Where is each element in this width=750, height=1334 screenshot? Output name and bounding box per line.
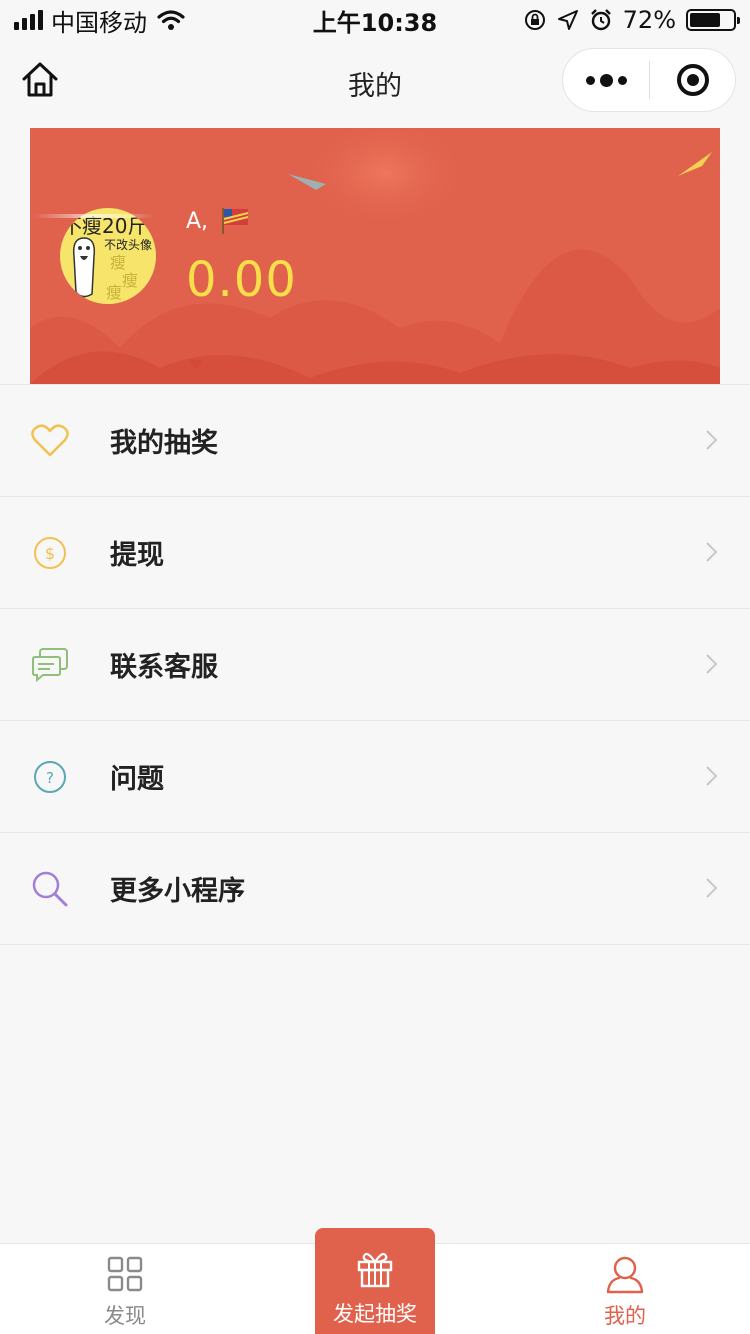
nav-bar: 我的 xyxy=(0,40,750,122)
menu-item-faq[interactable]: ? 问题 xyxy=(0,721,750,833)
tab-label: 我的 xyxy=(604,1304,646,1328)
tab-label: 发起抽奖 xyxy=(333,1302,417,1326)
tab-label: 发现 xyxy=(104,1304,146,1328)
search-icon xyxy=(30,869,70,909)
close-target-icon xyxy=(676,64,709,96)
chevron-right-icon xyxy=(706,542,718,562)
rotation-lock-icon xyxy=(524,10,545,30)
light-streak xyxy=(34,214,154,218)
balance-amount: 0.00 xyxy=(186,252,297,308)
close-button[interactable] xyxy=(650,49,735,111)
username: A, xyxy=(186,208,209,234)
svg-text:瘦: 瘦 xyxy=(110,253,126,272)
miniprogram-capsule xyxy=(562,48,736,112)
alarm-icon xyxy=(590,9,611,31)
chevron-right-icon xyxy=(706,878,718,898)
more-button[interactable] xyxy=(563,49,649,111)
signal-icon xyxy=(14,10,43,30)
grid-icon xyxy=(107,1256,143,1292)
menu-item-label: 提现 xyxy=(110,540,164,571)
avatar-character-icon: 瘦 瘦 瘦 xyxy=(72,237,138,302)
coin-icon: $ xyxy=(30,533,70,573)
svg-text:$: $ xyxy=(45,544,55,563)
carrier-label: 中国移动 xyxy=(51,8,147,37)
svg-text:瘦: 瘦 xyxy=(106,283,122,302)
tab-me[interactable]: 我的 xyxy=(500,1244,750,1334)
tab-discover[interactable]: 发现 xyxy=(0,1244,250,1334)
menu-item-customer-service[interactable]: 联系客服 xyxy=(0,609,750,721)
flag-icon xyxy=(222,208,249,234)
chevron-right-icon xyxy=(706,654,718,674)
battery-icon xyxy=(686,9,740,31)
chevron-right-icon xyxy=(706,430,718,450)
status-bar: 中国移动 上午10:38 72% xyxy=(0,0,750,40)
battery-percent: 72% xyxy=(622,6,676,34)
menu-item-withdraw[interactable]: $ 提现 xyxy=(0,497,750,609)
profile-banner: 不瘦20斤 不改头像 瘦 瘦 瘦 A, 0.00 xyxy=(30,128,720,384)
gift-icon xyxy=(357,1252,393,1288)
user-icon xyxy=(606,1256,644,1294)
menu-item-more-miniprograms[interactable]: 更多小程序 xyxy=(0,833,750,945)
chat-icon xyxy=(30,645,70,685)
svg-text:?: ? xyxy=(46,769,54,787)
question-icon: ? xyxy=(30,757,70,797)
menu-item-label: 问题 xyxy=(110,764,164,795)
menu-item-my-lottery[interactable]: 我的抽奖 xyxy=(0,385,750,497)
avatar[interactable]: 不瘦20斤 不改头像 瘦 瘦 瘦 xyxy=(60,208,156,304)
location-icon xyxy=(557,10,578,30)
tab-create-lottery[interactable]: 发起抽奖 xyxy=(315,1228,435,1334)
menu-item-label: 我的抽奖 xyxy=(110,428,218,459)
home-icon[interactable] xyxy=(20,60,60,100)
menu-item-label: 联系客服 xyxy=(110,652,218,683)
menu-list: 我的抽奖 $ 提现 联系客服 ? 问题 更多小程序 xyxy=(0,384,750,945)
svg-text:瘦: 瘦 xyxy=(122,271,138,290)
heart-icon xyxy=(30,421,70,461)
username-row: A, xyxy=(186,206,250,236)
menu-item-label: 更多小程序 xyxy=(110,876,245,907)
chevron-right-icon xyxy=(706,766,718,786)
wifi-icon xyxy=(157,10,185,30)
